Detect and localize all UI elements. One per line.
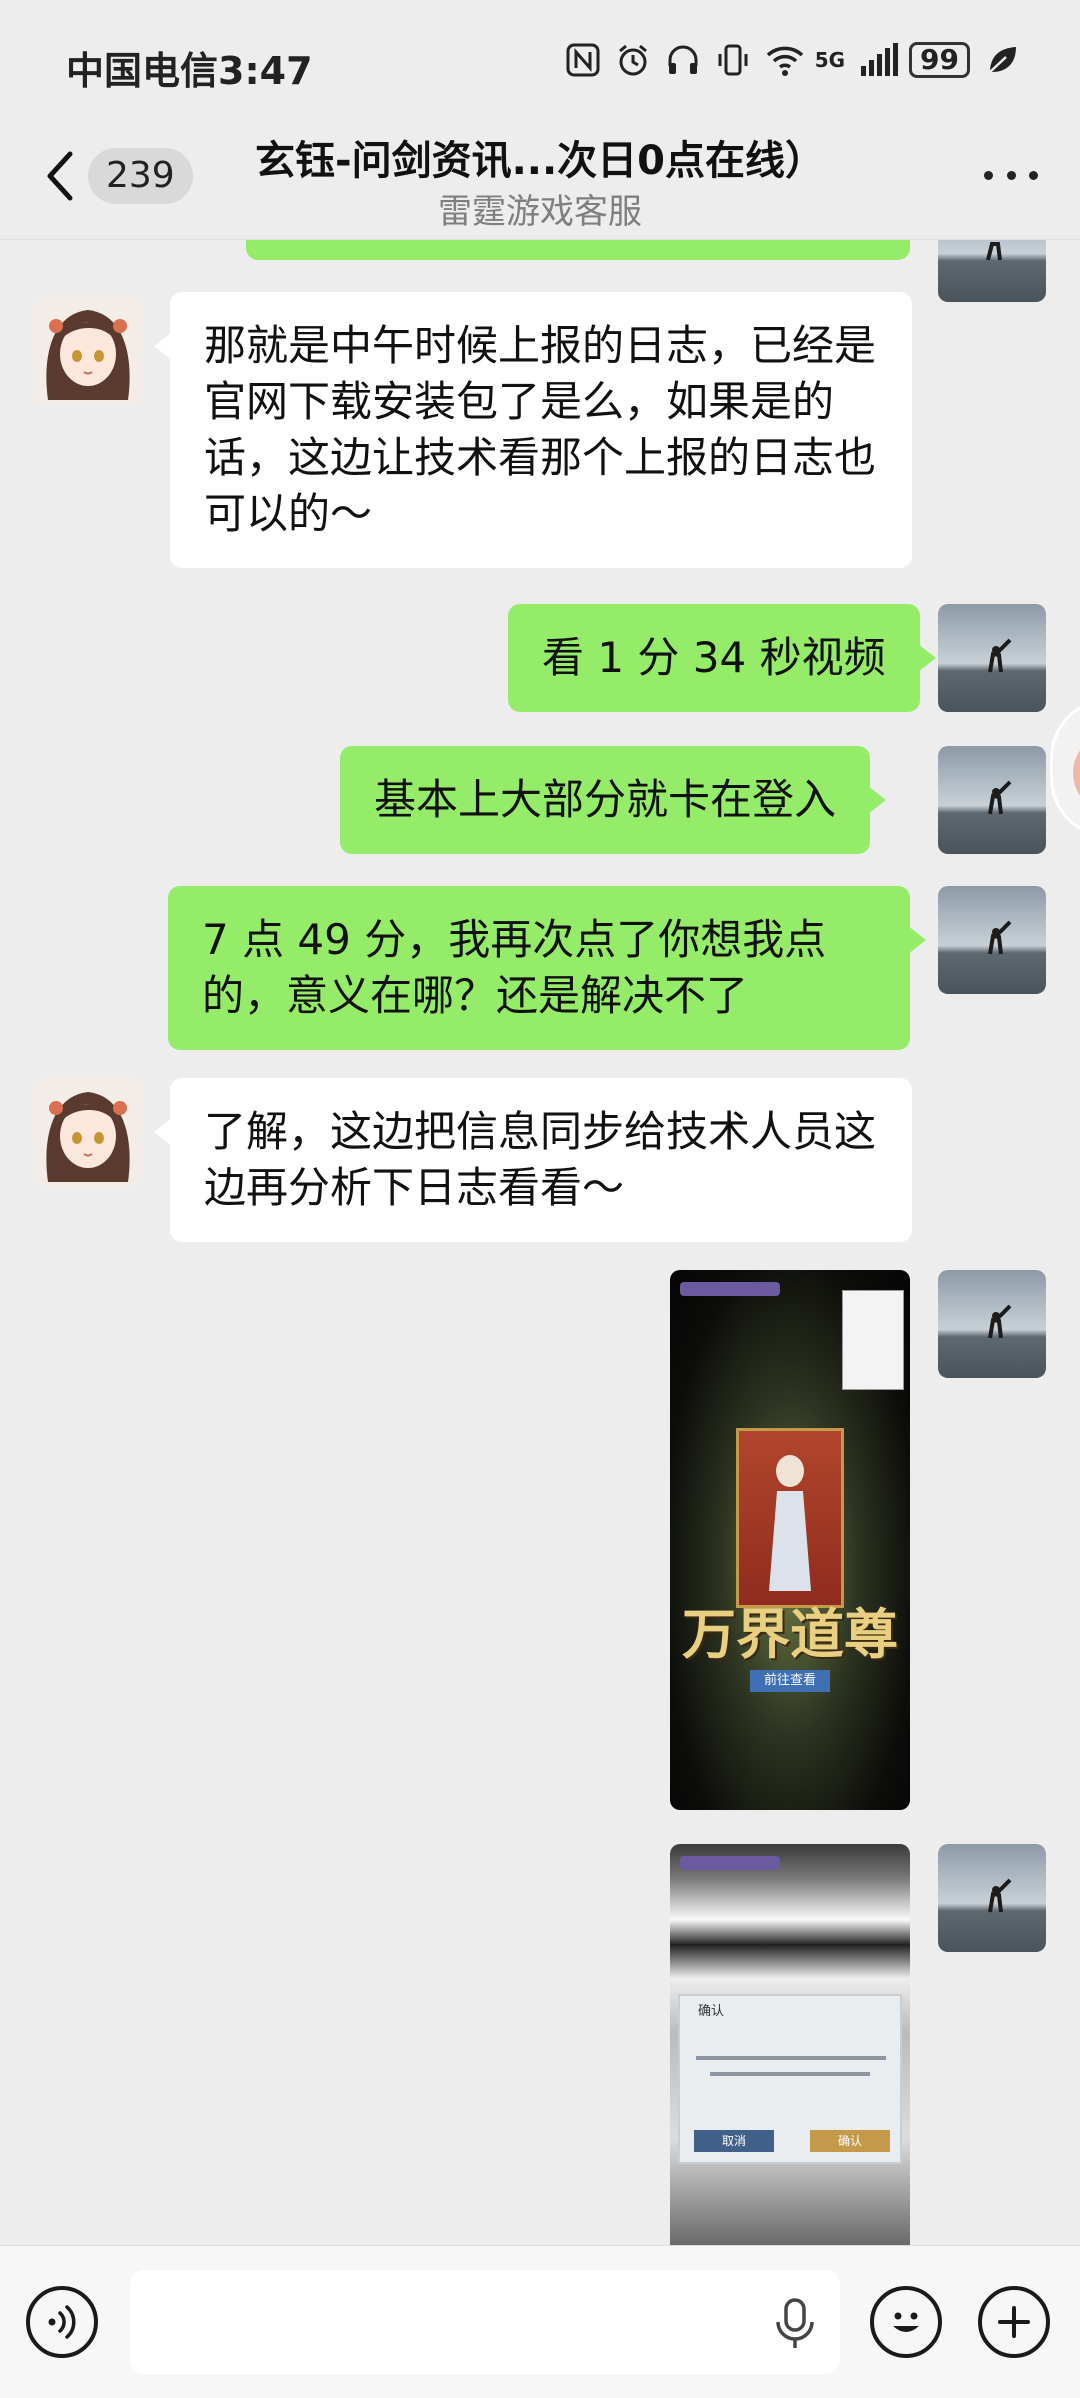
plus-icon	[998, 2306, 1030, 2338]
game-top-bar	[680, 1856, 780, 1870]
more-dot-icon	[984, 170, 993, 180]
more-dot-icon	[1029, 170, 1038, 180]
message-bubble-outgoing[interactable]: 基本上大部分就卡在登入	[340, 746, 887, 854]
anime-girl-avatar-icon	[34, 1078, 142, 1186]
avatar-self[interactable]	[938, 240, 1046, 302]
input-bar	[0, 2245, 1080, 2398]
message-bubble-partial[interactable]	[246, 240, 910, 260]
avatar-self[interactable]	[938, 1844, 1046, 1952]
person-silhouette-icon	[988, 1878, 1012, 1913]
signal-icon	[859, 42, 899, 78]
game-goto-button: 前往查看	[750, 1670, 830, 1692]
mic-icon	[776, 2298, 814, 2348]
anime-girl-avatar-icon	[34, 296, 142, 404]
image-message[interactable]: 万界道尊 前往查看	[670, 1270, 910, 1810]
chat-title: 玄钰-问剑资讯...次日0点在线）	[254, 138, 826, 184]
mic-button[interactable]	[770, 2296, 820, 2352]
confirm-dialog: 确认 取消 确认	[678, 1994, 902, 2164]
message-list[interactable]: 那就是中午时候上报的日志，已经是官网下载安装包了是么，如果是的话，这边让技术看那…	[0, 240, 1080, 2245]
avatar-self[interactable]	[938, 604, 1046, 712]
voice-toggle-button[interactable]	[26, 2286, 98, 2358]
back-button[interactable]	[40, 146, 80, 206]
floating-assistant-button[interactable]	[1050, 698, 1080, 838]
chevron-left-icon	[47, 151, 73, 201]
message-bubble-incoming[interactable]: 了解，这边把信息同步给技术人员这边再分析下日志看看～	[154, 1078, 912, 1242]
dialog-cancel-button: 取消	[694, 2130, 774, 2152]
avatar-self[interactable]	[938, 746, 1046, 854]
message-bubble-outgoing[interactable]: 7 点 49 分，我再次点了你想我点的，意义在哪？还是解决不了	[168, 886, 926, 1050]
chat-subtitle: 雷霆游戏客服	[438, 192, 642, 232]
game-title-text: 万界道尊	[682, 1602, 898, 1666]
person-silhouette-icon	[988, 1304, 1012, 1339]
message-bubble-incoming[interactable]: 那就是中午时候上报的日志，已经是官网下载安装包了是么，如果是的话，这边让技术看那…	[154, 292, 912, 568]
wifi-icon	[765, 42, 803, 78]
status-carrier-time: 中国电信3:47	[66, 40, 313, 95]
message-input[interactable]	[130, 2270, 840, 2374]
emoji-icon	[893, 2312, 919, 2332]
avatar-self[interactable]	[938, 886, 1046, 994]
dialog-confirm-button: 确认	[810, 2130, 890, 2152]
unread-count-badge[interactable]: 239	[88, 148, 193, 204]
more-options-button[interactable]	[976, 150, 1046, 200]
avatar-self[interactable]	[938, 1270, 1046, 1378]
chat-header: 239 玄钰-问剑资讯...次日0点在线） 雷霆游戏客服	[0, 120, 1080, 240]
person-silhouette-icon	[988, 638, 1012, 673]
person-silhouette-icon	[986, 242, 1002, 261]
inset-chat-thumbnail	[842, 1290, 904, 1390]
person-silhouette-icon	[988, 920, 1012, 955]
person-silhouette-icon	[988, 780, 1012, 815]
image-message[interactable]: 确认 取消 确认	[670, 1844, 910, 2245]
alarm-icon	[615, 42, 651, 78]
battery-icon: 99	[909, 42, 970, 78]
status-icons: 5G 99	[565, 42, 1020, 78]
nfc-icon	[565, 42, 601, 78]
status-bar: 中国电信3:47 5G 99	[0, 0, 1080, 120]
vibrate-icon	[715, 42, 751, 78]
dialog-text-line	[710, 2072, 870, 2076]
voice-icon	[48, 2305, 76, 2339]
headphones-icon	[665, 42, 701, 78]
message-bubble-outgoing[interactable]: 看 1 分 34 秒视频	[508, 604, 936, 712]
emoji-button[interactable]	[870, 2286, 942, 2358]
clock: 3:47	[218, 49, 313, 93]
more-dot-icon	[1006, 170, 1016, 180]
character-figure-icon	[769, 1455, 811, 1591]
avatar-agent[interactable]	[34, 296, 142, 404]
dialog-text-line	[696, 2056, 886, 2060]
floating-bubble-icon	[1073, 750, 1080, 796]
dialog-title: 确认	[698, 2004, 725, 2019]
character-banner	[736, 1428, 844, 1608]
carrier-label: 中国电信	[66, 49, 219, 93]
game-top-bar	[680, 1282, 780, 1296]
leaf-icon	[984, 42, 1020, 78]
avatar-agent[interactable]	[34, 1078, 142, 1186]
more-functions-button[interactable]	[978, 2286, 1050, 2358]
network-type: 5G	[814, 48, 846, 72]
